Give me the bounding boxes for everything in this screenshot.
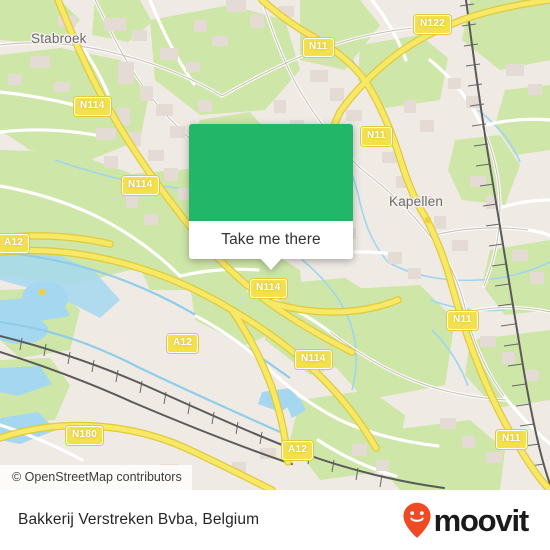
road-shield-a12: A12 xyxy=(167,334,199,353)
road-shield-n11: N11 xyxy=(496,430,527,449)
road-shield-n114: N114 xyxy=(250,279,287,298)
venue-photo xyxy=(189,124,353,221)
road-shield-n114: N114 xyxy=(122,176,159,195)
moovit-wordmark: moovit xyxy=(433,502,530,538)
road-shield-n122: N122 xyxy=(414,15,452,34)
venue-title: Bakkerij Verstreken Bvba, Belgium xyxy=(18,511,260,528)
road-shield-a12: A12 xyxy=(282,441,314,460)
popup-pointer-tail xyxy=(260,258,282,270)
page-footer: Bakkerij Verstreken Bvba, Belgium moovit xyxy=(0,490,550,550)
road-shield-a12: A12 xyxy=(0,234,30,253)
map-canvas[interactable]: Stabroek Kapellen N122 N11 N114 N11 N114… xyxy=(0,0,550,490)
take-me-there-button[interactable]: Take me there xyxy=(189,221,353,259)
moovit-logo[interactable]: moovit xyxy=(402,502,530,538)
venue-popup-card[interactable]: Take me there xyxy=(189,124,353,270)
road-shield-n11: N11 xyxy=(447,311,478,330)
moovit-pin-smiley-icon xyxy=(402,502,432,538)
osm-attribution[interactable]: © OpenStreetMap contributors xyxy=(0,465,192,490)
road-shield-n180: N180 xyxy=(66,426,104,445)
road-shield-n114: N114 xyxy=(74,97,111,116)
road-shield-n11: N11 xyxy=(303,38,334,57)
road-shield-n11: N11 xyxy=(361,127,392,146)
moovit-map-page: Stabroek Kapellen N122 N11 N114 N11 N114… xyxy=(0,0,550,550)
road-shield-n114: N114 xyxy=(295,350,332,369)
take-me-there-label: Take me there xyxy=(221,231,321,248)
